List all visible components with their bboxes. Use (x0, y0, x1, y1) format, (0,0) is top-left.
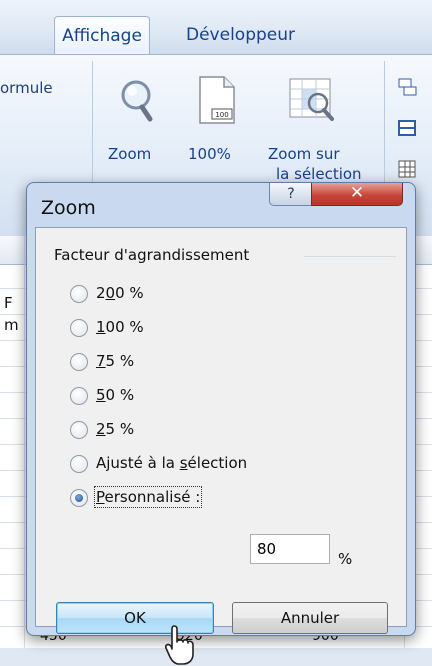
freeze-panes-icon[interactable] (396, 159, 420, 181)
close-button[interactable]: ✕ (311, 183, 403, 206)
help-icon: ? (287, 186, 295, 202)
help-button[interactable]: ? (269, 183, 313, 206)
percent-sign: % (338, 550, 353, 568)
custom-zoom-input[interactable] (250, 534, 330, 564)
window-arrange-icon[interactable] (396, 77, 420, 99)
window-split-icon[interactable] (396, 119, 420, 139)
radio-circle[interactable] (70, 455, 88, 473)
svg-text:100: 100 (215, 111, 228, 119)
group-label: Facteur d'agrandissement (54, 246, 250, 264)
ribbon-tab-bar: Affichage Développeur (0, 0, 432, 55)
dialog-title: Zoom (41, 197, 96, 219)
radio-circle[interactable] (70, 319, 88, 337)
tab-affichage[interactable]: Affichage (54, 16, 150, 55)
column-header-f[interactable]: F (4, 294, 13, 312)
zoom-button-label[interactable]: Zoom (108, 145, 151, 163)
group-divider (304, 256, 396, 257)
zoom-selection-label-1[interactable]: Zoom sur (268, 145, 340, 163)
tab-developpeur[interactable]: Développeur (170, 16, 311, 54)
page-100-icon[interactable]: 100 (196, 75, 238, 125)
radio-circle[interactable] (70, 387, 88, 405)
dialog-client-area: Facteur d'agrandissement 200 % 100 % 75 … (35, 227, 407, 665)
cell-text[interactable]: m (4, 316, 19, 334)
radio-circle[interactable] (70, 421, 88, 439)
radio-circle[interactable] (70, 285, 88, 303)
close-icon: ✕ (349, 183, 365, 203)
grid-line (24, 236, 25, 648)
hand-cursor-icon (165, 625, 194, 665)
zoom-dialog: Zoom ? ✕ Facteur d'agrandissement 200 % … (26, 182, 416, 665)
zoom-selection-label-2[interactable]: la sélection (276, 165, 362, 183)
radio-circle[interactable] (70, 353, 88, 371)
cancel-button[interactable]: Annuler (232, 602, 388, 634)
magnifier-icon[interactable] (118, 79, 158, 123)
hundred-button-label[interactable]: 100% (188, 145, 231, 163)
formula-group-label: ormule (0, 79, 53, 97)
zoom-selection-icon[interactable] (288, 75, 338, 123)
radio-circle-checked[interactable] (70, 489, 88, 507)
